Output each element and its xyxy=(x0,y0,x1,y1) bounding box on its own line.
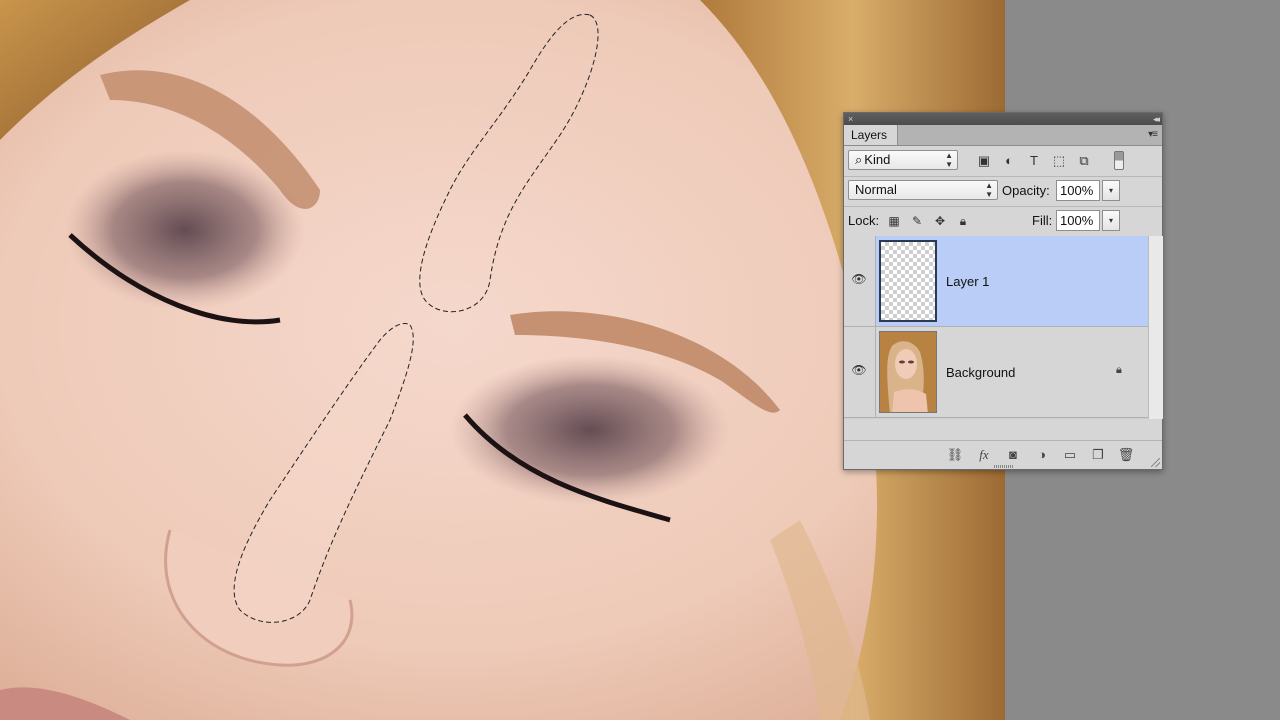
adjustment-layer-icon[interactable]: ◑ xyxy=(1033,446,1051,464)
type-filter-icon[interactable]: T xyxy=(1026,153,1042,169)
link-layers-icon[interactable]: ⛓︎ xyxy=(946,446,964,464)
adjustment-filter-icon[interactable]: ◐ xyxy=(1001,153,1017,169)
fill-label: Fill: xyxy=(1032,213,1053,228)
lock-image-brush-icon[interactable]: ✎ xyxy=(910,214,924,228)
filter-kind-label: Kind xyxy=(864,152,891,167)
layers-panel[interactable]: × ◂◂ Layers ▾≡ ⌕ Kind ▲ ▼ ▣ ◐ T ⬚ ⧉ Normal… xyxy=(843,112,1163,470)
collapse-icon[interactable]: ◂◂ xyxy=(1153,113,1160,125)
close-icon[interactable]: × xyxy=(848,113,853,125)
panel-footer: ⛓︎ fx ◙ ◑ ▭ ❐ 🗑︎ xyxy=(844,440,1162,469)
layer-thumbnail-photo xyxy=(879,331,937,413)
shape-filter-icon[interactable]: ⬚ xyxy=(1051,153,1067,169)
opacity-dropdown-button[interactable]: ▾ xyxy=(1102,180,1120,201)
smart-object-filter-icon[interactable]: ⧉ xyxy=(1076,153,1092,169)
trash-icon[interactable]: 🗑︎ xyxy=(1117,446,1135,464)
resize-corner-icon[interactable] xyxy=(1151,458,1160,467)
blend-row: Normal ▲ ▼ Opacity: 100% ▾ xyxy=(844,176,1162,207)
layer-name[interactable]: Background xyxy=(946,365,1015,380)
search-icon: ⌕ xyxy=(855,152,863,167)
layer-row-background[interactable]: 👁︎ Background 🔒︎ xyxy=(844,327,1148,418)
eye-visibility-icon[interactable]: 👁︎ xyxy=(851,363,867,379)
lock-label: Lock: xyxy=(848,213,880,228)
filter-toggle-switch[interactable] xyxy=(1114,151,1124,170)
tab-layers[interactable]: Layers xyxy=(844,125,898,145)
filter-kind-select[interactable]: ⌕ Kind ▲ ▼ xyxy=(848,150,958,170)
blend-mode-select[interactable]: Normal ▲ ▼ xyxy=(848,180,998,200)
layer-thumbnail-transparent xyxy=(879,240,937,322)
panel-titlebar[interactable]: × ◂◂ xyxy=(844,113,1162,125)
lock-row: Lock: ▦ ✎ ✥ 🔒︎ Fill: 100% ▾ xyxy=(844,206,1162,237)
visibility-column: 👁︎ xyxy=(844,236,876,326)
eye-visibility-icon[interactable]: 👁︎ xyxy=(851,272,867,288)
fill-field[interactable]: 100% xyxy=(1056,210,1100,231)
chevron-updown-icon: ▲ ▼ xyxy=(985,181,993,199)
layers-list: 👁︎ Layer 1 👁︎ Background 🔒︎ xyxy=(844,236,1148,419)
layer-lock-icon: 🔒︎ xyxy=(1116,364,1122,376)
lock-position-move-icon[interactable]: ✥ xyxy=(933,214,947,228)
lock-transparent-icon[interactable]: ▦ xyxy=(887,214,901,228)
layer-row-layer-1[interactable]: 👁︎ Layer 1 xyxy=(844,236,1148,327)
image-filter-icon[interactable]: ▣ xyxy=(976,153,992,169)
group-folder-icon[interactable]: ▭ xyxy=(1061,446,1079,464)
fx-icon[interactable]: fx xyxy=(975,446,993,464)
lock-all-icon[interactable]: 🔒︎ xyxy=(956,214,970,228)
visibility-column: 👁︎ xyxy=(844,327,876,417)
chevron-updown-icon: ▲ ▼ xyxy=(945,151,953,169)
panel-menu-icon[interactable]: ▾≡ xyxy=(1148,129,1158,140)
new-layer-icon[interactable]: ❐ xyxy=(1089,446,1107,464)
opacity-label: Opacity: xyxy=(1002,183,1050,198)
panel-tab-row: Layers ▾≡ xyxy=(844,125,1162,146)
filter-row: ⌕ Kind ▲ ▼ ▣ ◐ T ⬚ ⧉ xyxy=(844,146,1162,177)
blend-mode-value: Normal xyxy=(855,182,897,197)
layer-name[interactable]: Layer 1 xyxy=(946,274,989,289)
fill-dropdown-button[interactable]: ▾ xyxy=(1102,210,1120,231)
panel-resize-grip[interactable] xyxy=(994,465,1014,468)
background-thumbnail-image xyxy=(880,332,936,412)
layers-scrollbar[interactable] xyxy=(1148,236,1163,419)
opacity-field[interactable]: 100% xyxy=(1056,180,1100,201)
layer-mask-icon[interactable]: ◙ xyxy=(1004,446,1022,464)
